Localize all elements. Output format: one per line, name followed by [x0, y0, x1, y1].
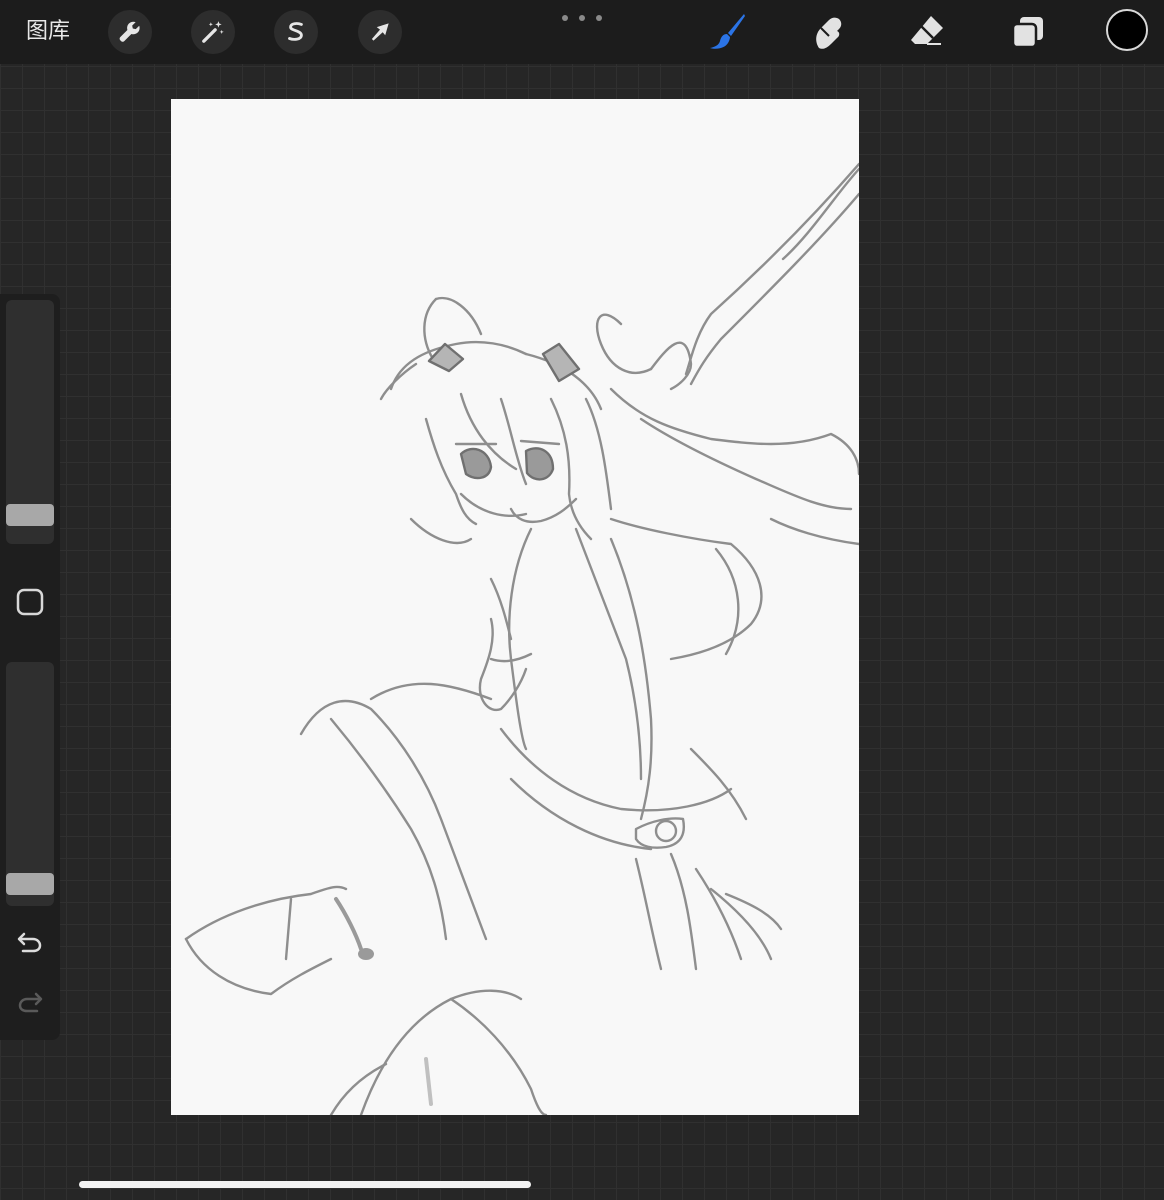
redo-button[interactable]	[14, 986, 46, 1018]
brush-icon	[710, 14, 745, 49]
selection-button[interactable]	[274, 10, 318, 54]
layers-button[interactable]	[1006, 10, 1050, 54]
brush-size-slider-thumb[interactable]	[6, 504, 54, 527]
brush-tool-button[interactable]	[705, 10, 749, 54]
gallery-button[interactable]: 图库	[26, 16, 70, 48]
undo-button[interactable]	[14, 926, 46, 958]
layers-icon	[1011, 17, 1043, 49]
home-indicator[interactable]	[79, 1181, 531, 1188]
brush-size-slider[interactable]	[6, 300, 54, 544]
sketch-artwork	[184, 162, 859, 1115]
undo-icon	[17, 932, 42, 953]
dot-icon	[579, 15, 585, 21]
modify-button[interactable]	[16, 588, 44, 616]
wrench-icon	[119, 21, 140, 42]
eraser-tool-button[interactable]	[905, 10, 949, 54]
top-toolbar: 图库	[0, 0, 1164, 64]
selection-s-icon	[288, 22, 303, 41]
redo-icon	[18, 992, 43, 1013]
drawing-canvas[interactable]	[171, 99, 859, 1115]
smudge-tool-button[interactable]	[805, 10, 849, 54]
eraser-icon	[911, 16, 943, 45]
arrow-cursor-icon	[371, 23, 389, 41]
dot-icon	[596, 15, 602, 21]
adjustments-button[interactable]	[191, 10, 235, 54]
opacity-slider-thumb[interactable]	[6, 872, 54, 895]
magic-wand-icon	[202, 21, 224, 43]
side-toolbar	[0, 294, 60, 1040]
square-icon	[16, 588, 44, 616]
transform-button[interactable]	[358, 10, 402, 54]
actions-button[interactable]	[108, 10, 152, 54]
dot-icon	[562, 15, 568, 21]
smudge-icon	[816, 17, 842, 49]
opacity-slider[interactable]	[6, 662, 54, 906]
current-color-button[interactable]	[1106, 9, 1148, 51]
more-options-button[interactable]	[562, 8, 602, 28]
